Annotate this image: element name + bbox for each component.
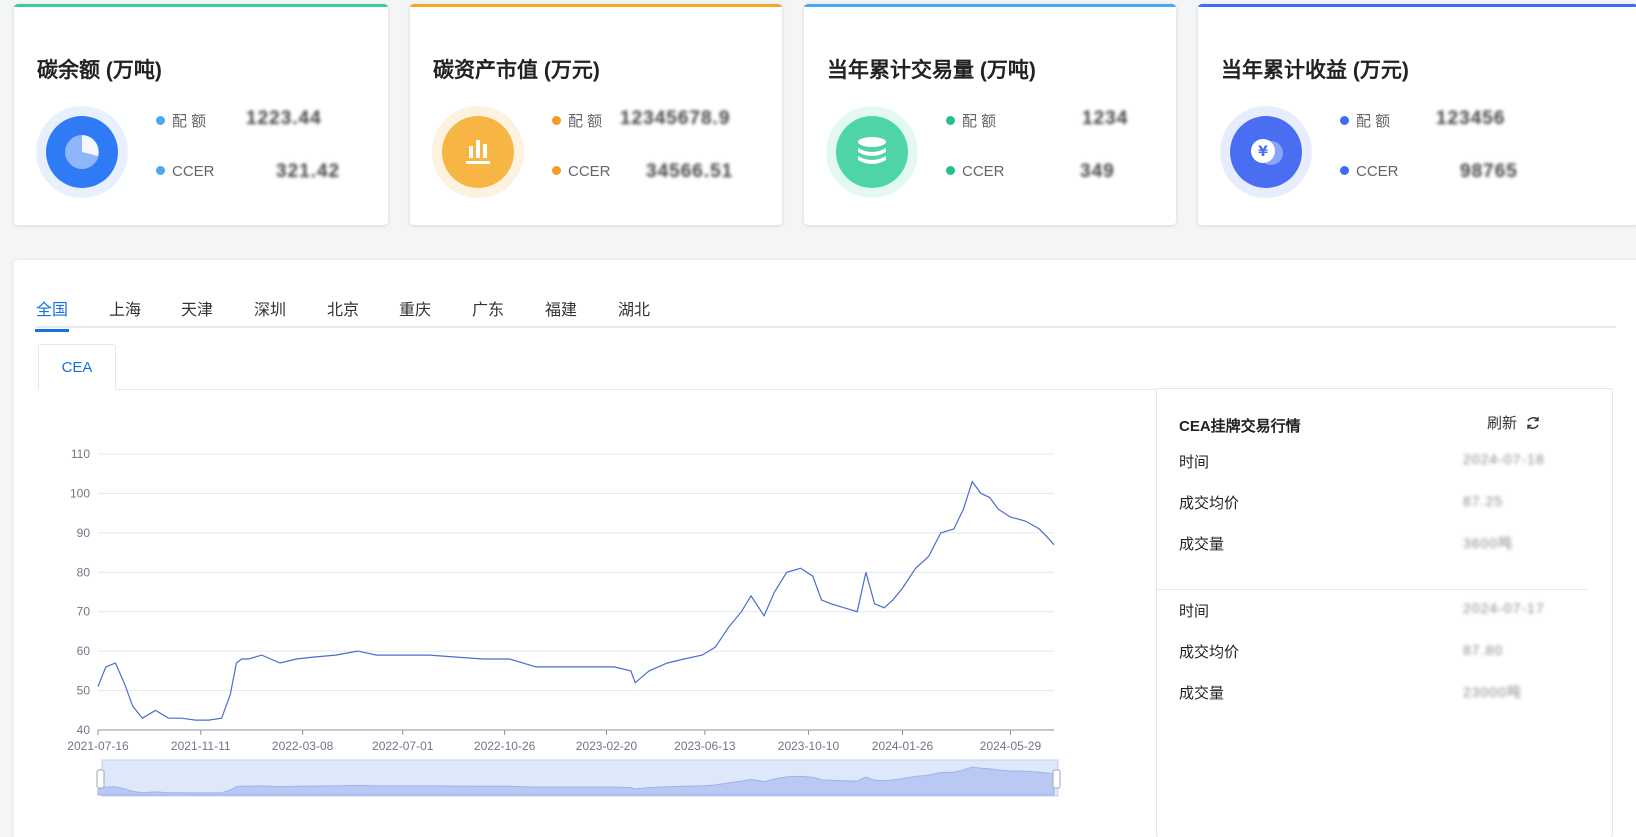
- slider-handle: [96, 769, 105, 789]
- avg-price-label: 成交均价: [1179, 495, 1240, 512]
- x-tick-label: 2024-01-26: [872, 739, 934, 753]
- quota-value: 1234: [1082, 108, 1129, 129]
- time-value: 2024-07-18: [1463, 451, 1545, 467]
- quota-value: 123456: [1436, 108, 1506, 129]
- ccer-value: 34566.51: [646, 161, 734, 182]
- bar-chart-icon: [432, 106, 524, 198]
- chart-grid: [98, 453, 1054, 731]
- volume-label: 成交量: [1179, 685, 1225, 702]
- volume-value: 3600吨: [1463, 535, 1514, 551]
- y-tick-label: 60: [77, 644, 91, 658]
- ccer-value: 321.42: [276, 161, 341, 182]
- x-axis: 2021-07-16 2021-11-11 2022-03-08 2022-07-01…: [67, 730, 1041, 753]
- card-asset-value: 碳资产市值 (万元) 配 额 12345678.9 CCER 34566.51: [410, 4, 782, 225]
- ccer-label: CCER: [946, 163, 1005, 180]
- volume-value: 23000吨: [1463, 684, 1522, 700]
- quota-value: 1223.44: [246, 108, 322, 129]
- avg-price-value: 87.25: [1463, 493, 1504, 509]
- price-line-chart: 405060708090100110 2021-07-16 2021-11-11 2…: [67, 447, 1061, 797]
- yuan-coin-icon: ¥: [1220, 106, 1312, 198]
- coin-stack-icon: [826, 106, 918, 198]
- x-tick-label: 2023-02-20: [576, 739, 638, 753]
- card-title: 当年累计交易量 (万吨): [827, 59, 1036, 82]
- y-tick-label: 110: [71, 447, 90, 461]
- avg-price-value: 87.80: [1463, 642, 1504, 658]
- time-value: 2024-07-17: [1463, 600, 1545, 616]
- quota-label: 配 额: [946, 110, 996, 131]
- quota-label: 配 额: [1340, 110, 1390, 131]
- y-axis: 40 50 60 70 80 90 100 110: [70, 447, 90, 737]
- refresh-label: 刷新: [1487, 415, 1518, 432]
- x-tick-label: 2022-03-08: [272, 739, 334, 753]
- card-accent-bar: [14, 4, 388, 7]
- x-tick-label: 2022-10-26: [474, 739, 536, 753]
- market-panel: 全国 上海 天津 深圳 北京 重庆 广东 福建 湖北 CEA 40 50 60 70 8…: [14, 260, 1636, 837]
- card-title: 碳余额 (万吨): [37, 59, 162, 82]
- time-label: 时间: [1179, 454, 1210, 471]
- y-tick-label: 70: [77, 605, 91, 619]
- quota-value: 12345678.9: [620, 108, 731, 129]
- card-accent-bar: [804, 4, 1176, 7]
- avg-price-label: 成交均价: [1179, 644, 1240, 661]
- quota-label: 配 额: [156, 110, 206, 131]
- y-tick-label: 90: [77, 526, 91, 540]
- pie-chart-icon: [36, 106, 128, 198]
- card-title: 当年累计收益 (万元): [1221, 59, 1409, 82]
- card-trade-volume: 当年累计交易量 (万吨) 配 额 1234 CCER 349: [804, 4, 1176, 225]
- y-tick-label: 40: [77, 723, 91, 737]
- card-annual-revenue: 当年累计收益 (万元) ¥ 配 额 123456 CCER 98765: [1198, 4, 1636, 225]
- card-accent-bar: [410, 4, 782, 7]
- x-tick-label: 2023-10-10: [778, 739, 840, 753]
- y-tick-label: 50: [77, 684, 91, 698]
- refresh-button[interactable]: 刷新: [1487, 412, 1541, 433]
- datazoom-slider[interactable]: [96, 759, 1061, 797]
- card-title: 碳资产市值 (万元): [433, 59, 600, 82]
- quote-divider: [1157, 589, 1587, 590]
- svg-text:¥: ¥: [1258, 144, 1268, 160]
- card-carbon-balance: 碳余额 (万吨) 配 额 1223.44 CCER 321.42: [14, 4, 388, 225]
- y-tick-label: 100: [70, 486, 90, 500]
- cea-quote-panel: CEA挂牌交易行情 刷新 时间 2024-07-18 成交均价 87.25 成交…: [1156, 388, 1613, 837]
- slider-handle: [1052, 769, 1061, 789]
- quota-label: 配 额: [552, 110, 602, 131]
- x-tick-label: 2021-11-11: [171, 739, 231, 753]
- refresh-icon: [1527, 417, 1539, 429]
- price-series-line: [97, 480, 1055, 721]
- x-tick-label: 2023-06-13: [674, 739, 736, 753]
- x-tick-label: 2024-05-29: [980, 739, 1042, 753]
- card-accent-bar: [1198, 4, 1636, 7]
- ccer-label: CCER: [1340, 163, 1399, 180]
- x-tick-label: 2022-07-01: [372, 739, 434, 753]
- volume-label: 成交量: [1179, 536, 1225, 553]
- ccer-value: 349: [1080, 161, 1115, 182]
- time-label: 时间: [1179, 603, 1210, 620]
- y-tick-label: 80: [77, 565, 91, 579]
- ccer-label: CCER: [156, 163, 215, 180]
- x-tick-label: 2021-07-16: [67, 739, 129, 753]
- ccer-value: 98765: [1460, 161, 1518, 182]
- quote-panel-title: CEA挂牌交易行情: [1179, 418, 1301, 435]
- ccer-label: CCER: [552, 163, 611, 180]
